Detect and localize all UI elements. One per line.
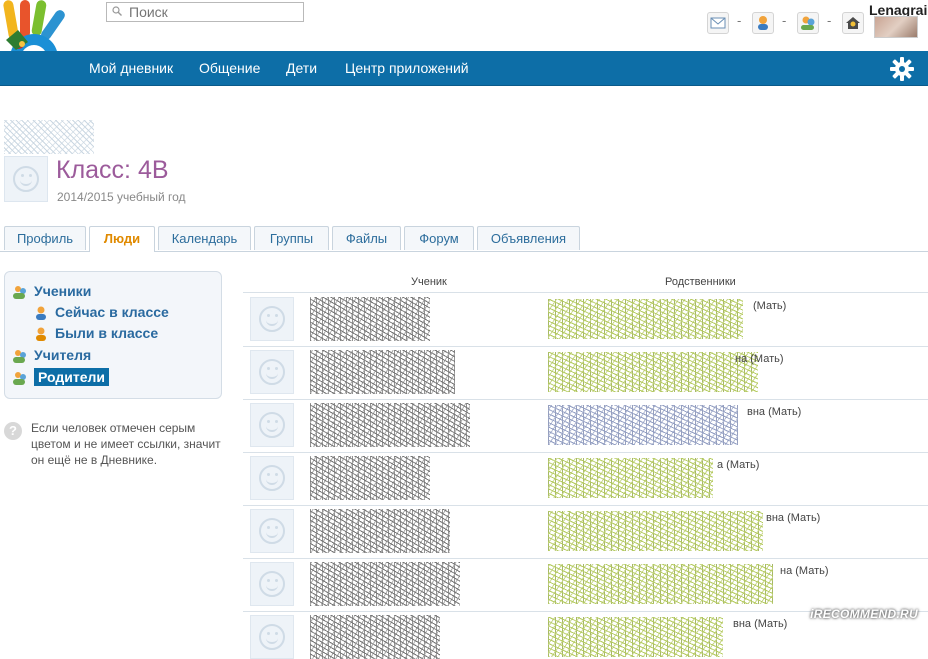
messages-icon[interactable] (707, 12, 729, 34)
user-avatar[interactable] (874, 16, 918, 38)
separator: - (737, 13, 742, 28)
smiley-icon (259, 571, 285, 597)
obscured-student-name[interactable] (310, 456, 430, 500)
relative-role: (Мать) (753, 300, 787, 312)
smiley-icon (259, 359, 285, 385)
relative-role: на (Мать) (780, 565, 829, 577)
student-avatar[interactable] (250, 297, 294, 341)
notifications-icon[interactable] (842, 12, 864, 34)
obscured-student-name[interactable] (310, 562, 460, 606)
smiley-icon (259, 518, 285, 544)
main-navbar: Мой дневник Общение Дети Центр приложени… (0, 51, 928, 86)
search-box[interactable] (106, 2, 304, 22)
obscured-relative-name[interactable] (548, 352, 758, 392)
obscured-student-name[interactable] (310, 615, 440, 659)
relative-role: вна (Мать) (733, 618, 788, 630)
table-divider (243, 346, 928, 347)
obscured-school-name (4, 120, 94, 154)
tab-groups[interactable]: Группы (254, 226, 329, 250)
smiley-icon (259, 465, 285, 491)
obscured-relative-name[interactable] (548, 564, 773, 604)
nav-communication[interactable]: Общение (199, 60, 260, 76)
obscured-student-name[interactable] (310, 509, 450, 553)
sidebar-item-label: Были в классе (55, 325, 159, 341)
tab-bar: Профиль Люди Календарь Группы Файлы Фору… (0, 226, 928, 252)
search-input[interactable] (129, 4, 299, 20)
gear-icon[interactable] (890, 57, 914, 81)
smiley-icon (259, 306, 285, 332)
tab-forum[interactable]: Форум (404, 226, 474, 250)
person-icon (36, 327, 46, 341)
tab-files[interactable]: Файлы (332, 226, 401, 250)
group-icon (13, 372, 26, 385)
table-divider (243, 399, 928, 400)
table-divider (243, 505, 928, 506)
relative-role: на (Мать) (735, 353, 784, 365)
tab-calendar[interactable]: Календарь (158, 226, 251, 250)
obscured-relative-name[interactable] (548, 511, 763, 551)
table-divider (243, 292, 928, 293)
obscured-student-name[interactable] (310, 297, 430, 341)
sidebar-item-label: Учителя (34, 347, 92, 363)
column-header-relatives: Родственники (665, 276, 736, 288)
friends-icon[interactable] (797, 12, 819, 34)
search-icon (112, 6, 122, 16)
obscured-student-name[interactable] (310, 350, 455, 394)
student-avatar[interactable] (250, 403, 294, 447)
column-header-student: Ученик (411, 276, 447, 288)
sidebar-item-label: Ученики (34, 283, 92, 299)
smiley-icon (259, 412, 285, 438)
separator: - (782, 13, 787, 28)
table-divider (243, 558, 928, 559)
profile-icon[interactable] (752, 12, 774, 34)
tab-people[interactable]: Люди (89, 226, 155, 252)
obscured-relative-name[interactable] (548, 458, 713, 498)
person-icon (36, 306, 46, 320)
people-sidebar: Ученики Сейчас в классе Были в классе Уч… (4, 271, 222, 399)
tab-announcements[interactable]: Объявления (477, 226, 580, 250)
table-divider (243, 452, 928, 453)
obscured-student-name[interactable] (310, 403, 470, 447)
school-year: 2014/2015 учебный год (57, 190, 186, 204)
nav-my-diary[interactable]: Мой дневник (89, 60, 173, 76)
obscured-relative-name[interactable] (548, 405, 738, 445)
nav-app-center[interactable]: Центр приложений (345, 60, 469, 76)
student-avatar[interactable] (250, 350, 294, 394)
sidebar-item-label: Родители (34, 368, 109, 386)
smiley-icon (259, 624, 285, 650)
group-icon (13, 286, 26, 299)
tab-profile[interactable]: Профиль (4, 226, 86, 250)
obscured-relative-name[interactable] (548, 617, 723, 657)
student-avatar[interactable] (250, 509, 294, 553)
relative-role: вна (Мать) (766, 512, 821, 524)
student-avatar[interactable] (250, 562, 294, 606)
page-title: Класс: 4В (56, 156, 169, 184)
sidebar-item-label: Сейчас в классе (55, 304, 169, 320)
watermark: iRECOMMEND.RU (810, 607, 918, 621)
obscured-relative-name[interactable] (548, 299, 743, 339)
relative-role: вна (Мать) (747, 406, 802, 418)
class-avatar (4, 156, 48, 202)
help-icon: ? (4, 422, 22, 440)
group-icon (13, 350, 26, 363)
help-text: Если человек отмечен серым цветом и не и… (31, 421, 221, 467)
separator: - (827, 13, 832, 28)
relative-role: а (Мать) (717, 459, 760, 471)
student-avatar[interactable] (250, 615, 294, 659)
nav-children[interactable]: Дети (286, 60, 317, 76)
student-avatar[interactable] (250, 456, 294, 500)
